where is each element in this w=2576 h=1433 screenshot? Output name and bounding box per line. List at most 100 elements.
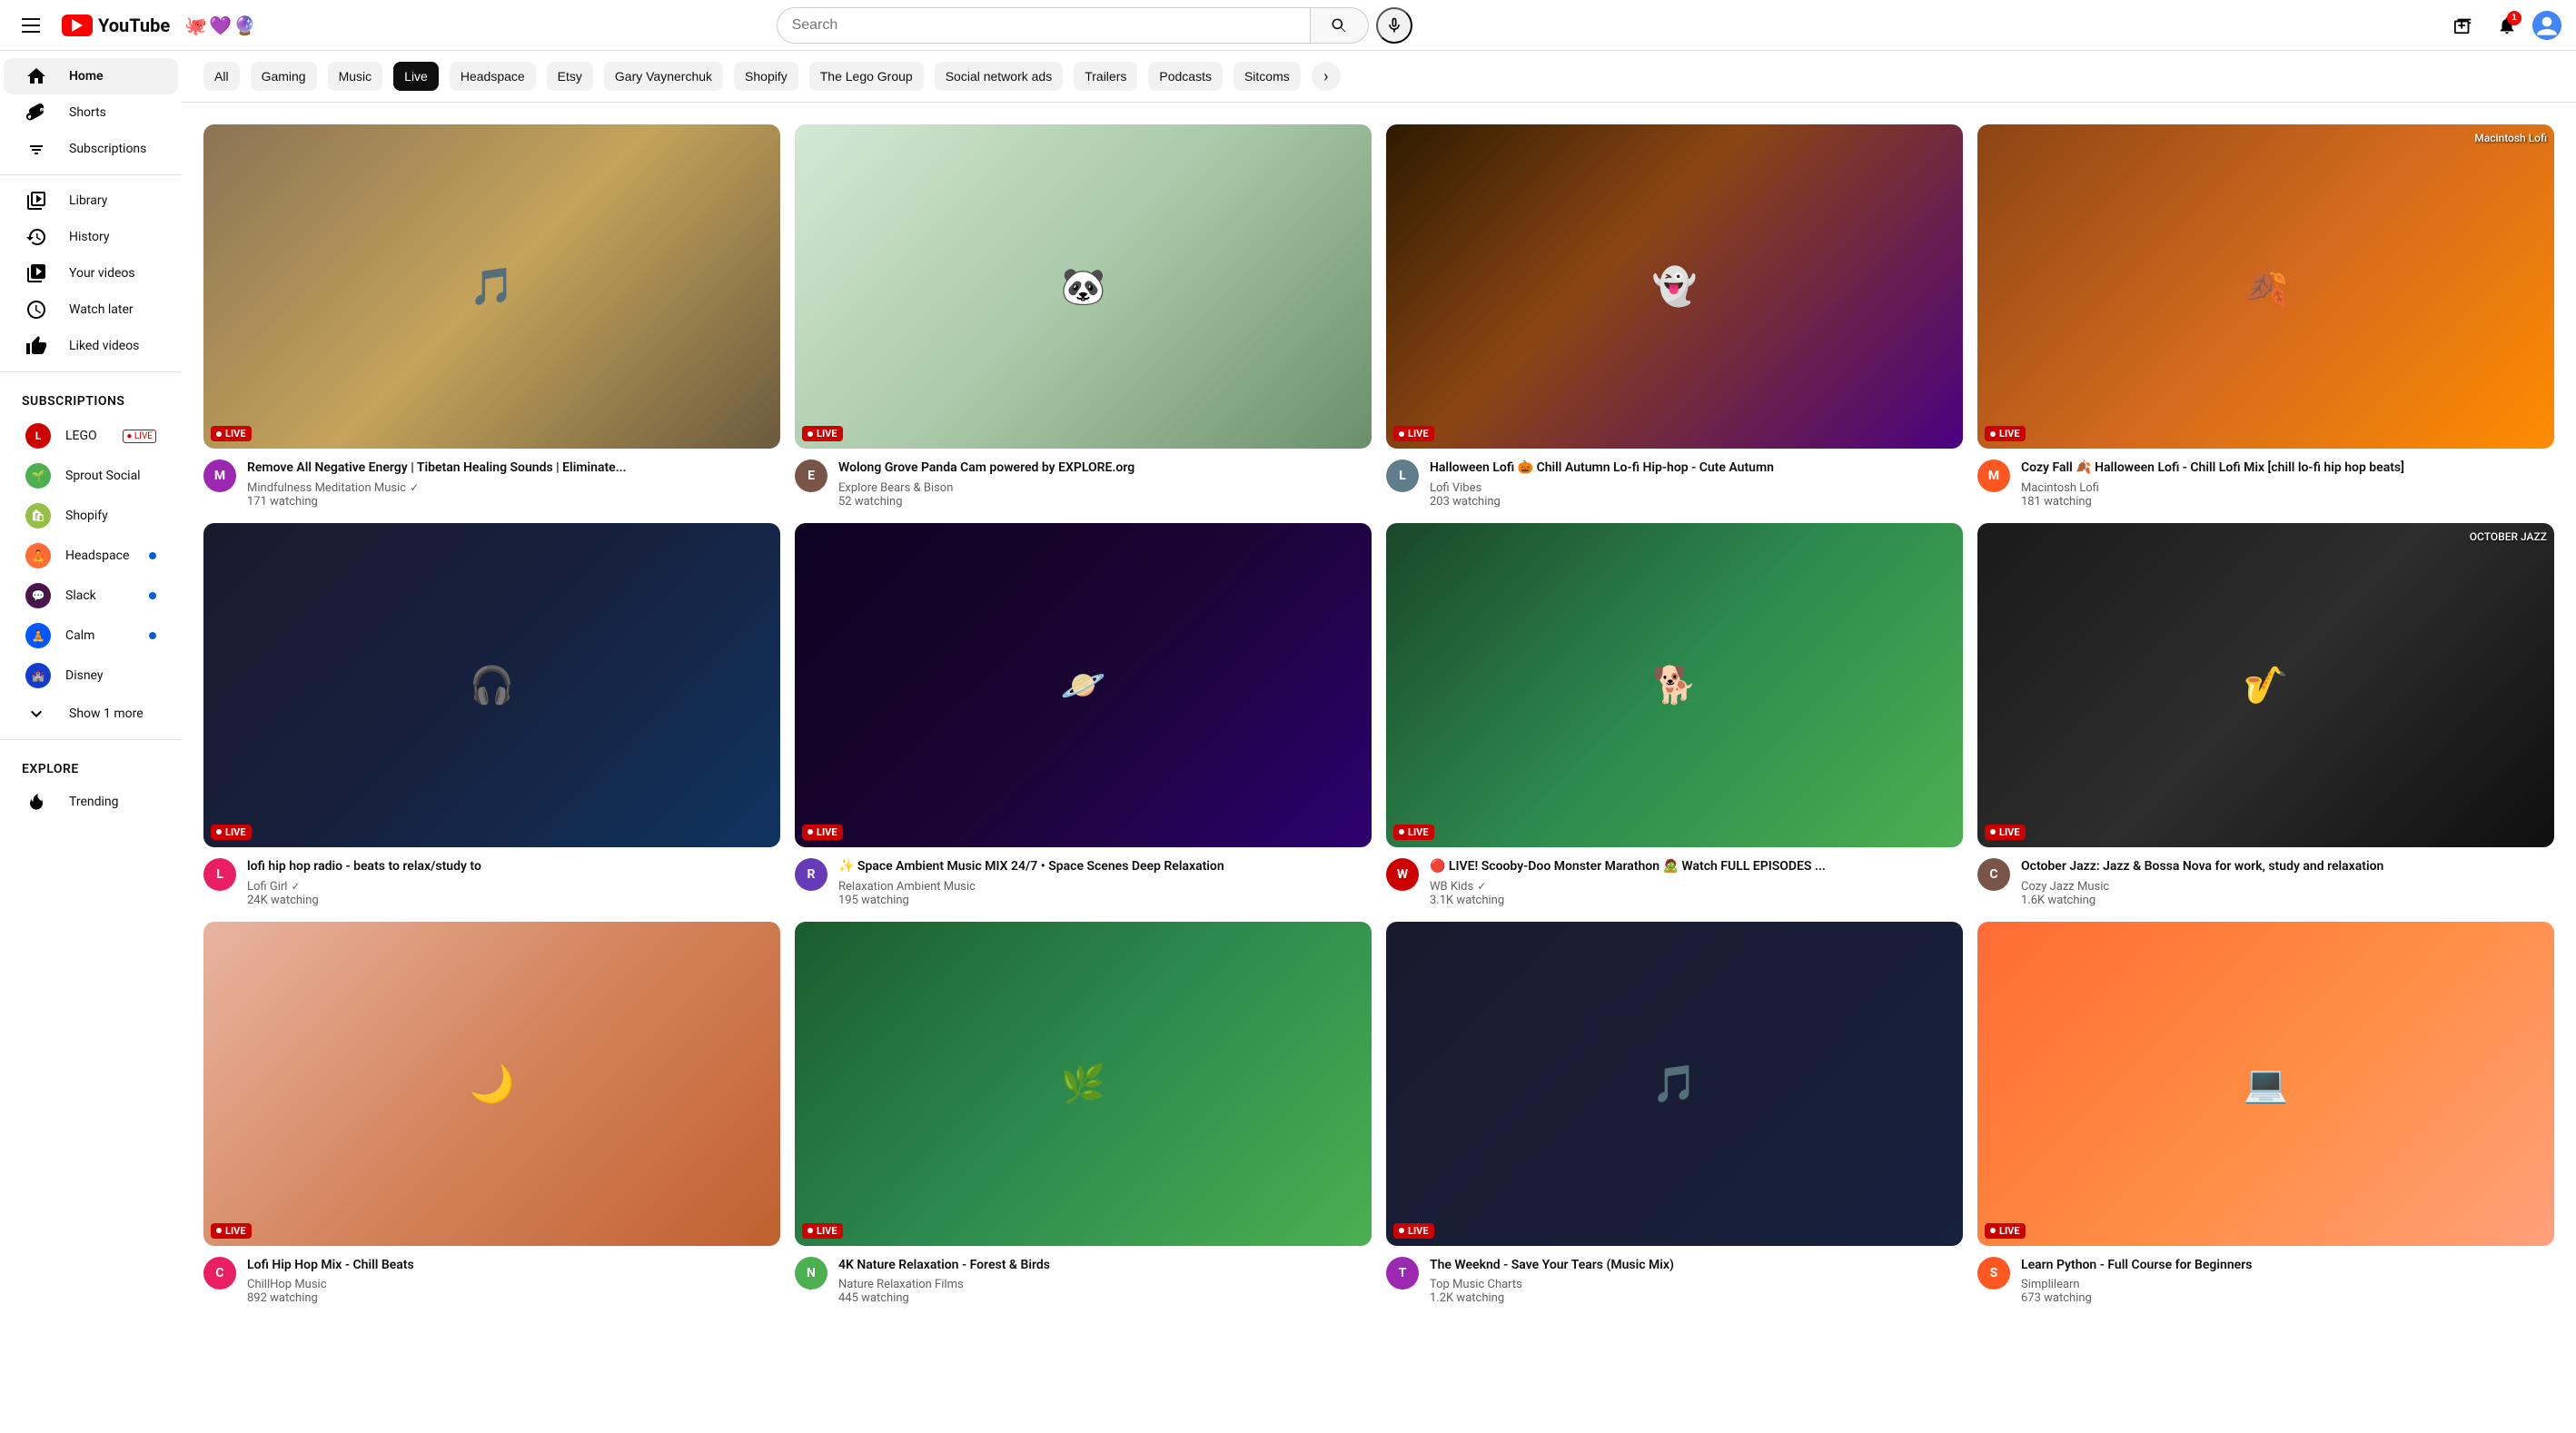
video-info: C October Jazz: Jazz & Bossa Nova for wo… <box>1977 847 2554 907</box>
slack-avatar: 💬 <box>25 583 51 608</box>
video-thumbnail: 👻 LIVE <box>1386 124 1963 449</box>
header-decorations: 🐙💜🔮 <box>184 15 256 36</box>
search-input[interactable] <box>792 17 1295 34</box>
video-card-0[interactable]: 🎵 LIVE M Remove All Negative Energy | Ti… <box>203 124 780 509</box>
sidebar-item-trending[interactable]: Trending <box>4 784 178 820</box>
filter-gary[interactable]: Gary Vaynerchuk <box>604 62 723 91</box>
video-card-2[interactable]: 👻 LIVE L Halloween Lofi 🎃 Chill Autumn L… <box>1386 124 1963 509</box>
filter-social-network-ads[interactable]: Social network ads <box>935 62 1064 91</box>
sidebar-item-subscriptions[interactable]: Subscriptions <box>4 131 178 167</box>
filter-next-button[interactable]: › <box>1312 62 1341 91</box>
search-button[interactable] <box>1311 7 1369 44</box>
video-title: Cozy Fall 🍂 Halloween Lofi - Chill Lofi … <box>2021 460 2554 478</box>
filter-etsy[interactable]: Etsy <box>547 62 593 91</box>
slack-badge <box>149 592 156 599</box>
sidebar-item-watch-later[interactable]: Watch later <box>4 292 178 328</box>
channel-name: Mindfulness Meditation Music ✓ <box>247 481 780 495</box>
channel-avatar: R <box>795 858 827 891</box>
mic-icon <box>1385 16 1403 35</box>
video-card-8[interactable]: 🌙 LIVE C Lofi Hip Hop Mix - Chill Beats … <box>203 922 780 1306</box>
main-content: All Gaming Music Live Headspace Etsy Gar… <box>182 51 2576 1327</box>
video-info: C Lofi Hip Hop Mix - Chill Beats ChillHo… <box>203 1246 780 1306</box>
youtube-logo[interactable]: YouTube <box>62 15 170 36</box>
video-thumbnail: 🪐 LIVE <box>795 523 1372 847</box>
video-meta: Cozy Fall 🍂 Halloween Lofi - Chill Lofi … <box>2021 460 2554 509</box>
thumb-label: OCTOBER JAZZ <box>2470 530 2547 543</box>
video-card-5[interactable]: 🪐 LIVE R ✨ Space Ambient Music MIX 24/7 … <box>795 523 1372 907</box>
shopify-avatar: 🛍 <box>25 503 51 529</box>
sidebar-item-library[interactable]: Library <box>4 183 178 219</box>
video-info: L Halloween Lofi 🎃 Chill Autumn Lo-fi Hi… <box>1386 449 1963 509</box>
live-badge: LIVE <box>1393 426 1434 441</box>
channel-name: Relaxation Ambient Music <box>838 880 1372 894</box>
filter-shopify[interactable]: Shopify <box>734 62 798 91</box>
thumb-emoji: 🐼 <box>795 124 1372 449</box>
notifications-button[interactable]: 1 <box>2489 7 2525 44</box>
live-badge: LIVE <box>802 825 843 840</box>
hamburger-menu[interactable] <box>15 11 47 40</box>
sidebar-item-shorts[interactable]: Shorts <box>4 94 178 131</box>
video-title: Wolong Grove Panda Cam powered by EXPLOR… <box>838 460 1372 478</box>
filter-all[interactable]: All <box>203 62 240 91</box>
video-thumbnail: 🌙 LIVE <box>203 922 780 1246</box>
sidebar-item-your-videos[interactable]: Your videos <box>4 255 178 292</box>
channel-avatar: L <box>203 858 236 891</box>
sidebar-item-slack[interactable]: 💬 Slack <box>4 576 178 616</box>
thumb-emoji: 🎵 <box>1386 922 1963 1246</box>
sidebar-item-lego[interactable]: L LEGO ● LIVE <box>4 416 178 456</box>
filter-headspace[interactable]: Headspace <box>450 62 536 91</box>
sidebar-item-sprout-social[interactable]: 🌱 Sprout Social <box>4 456 178 496</box>
video-meta: October Jazz: Jazz & Bossa Nova for work… <box>2021 858 2554 907</box>
live-badge: LIVE <box>802 1223 843 1239</box>
thumb-emoji: 🌿 <box>795 922 1372 1246</box>
sidebar-item-calm[interactable]: 🧘 Calm <box>4 616 178 656</box>
video-card-10[interactable]: 🎵 LIVE T The Weeknd - Save Your Tears (M… <box>1386 922 1963 1306</box>
video-card-6[interactable]: 🐕 LIVE W 🔴 LIVE! Scooby-Doo Monster Mara… <box>1386 523 1963 907</box>
sidebar-item-home[interactable]: Home <box>4 58 178 94</box>
video-title: October Jazz: Jazz & Bossa Nova for work… <box>2021 858 2554 876</box>
video-card-7[interactable]: 🎷 OCTOBER JAZZ LIVE C October Jazz: Jazz… <box>1977 523 2554 907</box>
live-badge: LIVE <box>1985 825 2026 840</box>
youtube-text: YouTube <box>98 15 170 36</box>
filter-music[interactable]: Music <box>328 62 383 91</box>
video-info: S Learn Python - Full Course for Beginne… <box>1977 1246 2554 1306</box>
avatar[interactable] <box>2532 11 2561 40</box>
video-title: ✨ Space Ambient Music MIX 24/7 • Space S… <box>838 858 1372 876</box>
video-card-4[interactable]: 🎧 LIVE L lofi hip hop radio - beats to r… <box>203 523 780 907</box>
filter-sitcoms[interactable]: Sitcoms <box>1234 62 1301 91</box>
sidebar-item-history[interactable]: History <box>4 219 178 255</box>
liked-videos-icon <box>25 335 47 357</box>
shorts-label: Shorts <box>69 105 106 120</box>
video-card-9[interactable]: 🌿 LIVE N 4K Nature Relaxation - Forest &… <box>795 922 1372 1306</box>
mic-button[interactable] <box>1376 7 1412 44</box>
video-card-11[interactable]: 💻 LIVE S Learn Python - Full Course for … <box>1977 922 2554 1306</box>
filter-podcasts[interactable]: Podcasts <box>1148 62 1223 91</box>
video-info: W 🔴 LIVE! Scooby-Doo Monster Marathon 🧟 … <box>1386 847 1963 907</box>
video-card-3[interactable]: 🍂 Macintosh Lofi LIVE M Cozy Fall 🍂 Hall… <box>1977 124 2554 509</box>
sidebar-item-liked-videos[interactable]: Liked videos <box>4 328 178 364</box>
filter-live[interactable]: Live <box>393 62 439 91</box>
channel-avatar: L <box>1386 460 1419 492</box>
sidebar-show-more[interactable]: Show 1 more <box>4 696 178 732</box>
thumb-emoji: 🪐 <box>795 523 1372 847</box>
your-videos-icon <box>25 262 47 284</box>
library-icon <box>25 190 47 212</box>
channel-name: Cozy Jazz Music <box>2021 880 2554 894</box>
channel-name: Lofi Vibes <box>1430 481 1963 495</box>
watch-count: 24K watching <box>247 894 780 907</box>
create-button[interactable] <box>2445 7 2482 44</box>
lego-label: LEGO <box>65 429 108 443</box>
video-info: N 4K Nature Relaxation - Forest & Birds … <box>795 1246 1372 1306</box>
slack-label: Slack <box>65 588 134 603</box>
header: YouTube 🐙💜🔮 1 <box>0 0 2576 51</box>
sidebar-item-disney[interactable]: 🏰 Disney <box>4 656 178 696</box>
channel-avatar: N <box>795 1257 827 1290</box>
filter-lego-group[interactable]: The Lego Group <box>809 62 924 91</box>
filter-trailers[interactable]: Trailers <box>1074 62 1137 91</box>
filter-gaming[interactable]: Gaming <box>251 62 317 91</box>
video-card-1[interactable]: 🐼 LIVE E Wolong Grove Panda Cam powered … <box>795 124 1372 509</box>
channel-name: Simplilearn <box>2021 1278 2554 1291</box>
sidebar-item-headspace[interactable]: 🧘 Headspace <box>4 536 178 576</box>
sidebar-item-shopify[interactable]: 🛍 Shopify <box>4 496 178 536</box>
filter-bar: All Gaming Music Live Headspace Etsy Gar… <box>182 51 2576 103</box>
